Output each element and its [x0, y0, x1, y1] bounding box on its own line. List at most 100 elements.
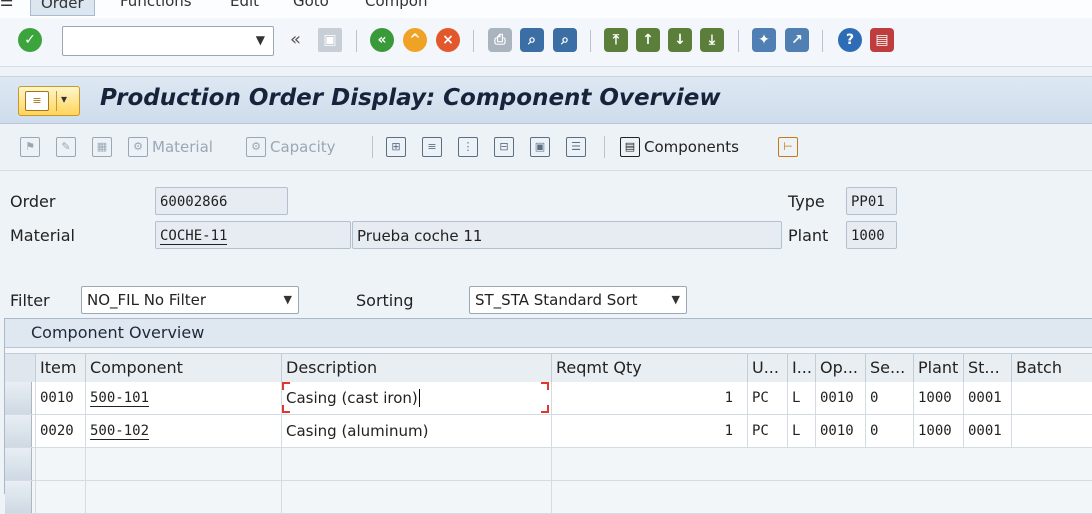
column-header-plant[interactable]: Plant	[913, 354, 963, 382]
next-page-icon[interactable]: ↓	[668, 28, 692, 52]
table-row[interactable]: 0020 500-102 Casing (aluminum) 1 PC L 00…	[5, 415, 1092, 448]
stack-icon[interactable]: ≡	[422, 136, 446, 158]
cell-plant[interactable]: 1000	[913, 415, 963, 447]
column-header-unit[interactable]: U...	[747, 354, 787, 382]
empty-cell[interactable]	[551, 481, 1092, 513]
table-row[interactable]: 0010 500-101 Casing (cast iron) 1 PC L 0…	[5, 382, 1092, 415]
empty-cell[interactable]	[551, 448, 1092, 480]
column-header-item[interactable]: Item	[35, 354, 85, 382]
cell-sequence[interactable]: 0	[865, 415, 913, 447]
select-all-cell[interactable]	[5, 354, 35, 382]
cell-reqmt-qty[interactable]: 1	[551, 382, 747, 414]
menu-bar: ☰ Order Functions Edit Goto Compon	[0, 0, 1092, 18]
menu-item-functions[interactable]: Functions	[120, 0, 192, 10]
cell-batch[interactable]	[1011, 415, 1092, 447]
cell-sequence[interactable]: 0	[865, 382, 913, 414]
plant-field[interactable]: 1000	[846, 221, 897, 249]
material-field[interactable]: COCHE-11	[155, 221, 351, 249]
cell-description[interactable]: Casing (aluminum)	[281, 415, 551, 447]
operations-icon[interactable]: ⋮	[458, 136, 482, 158]
find-icon[interactable]: ⌕	[520, 28, 544, 52]
chevron-down-icon[interactable]: ▼	[256, 33, 265, 47]
cell-component[interactable]: 500-102	[85, 415, 281, 447]
cell-unit[interactable]: PC	[747, 382, 787, 414]
menu-item-components[interactable]: Compon	[365, 0, 427, 10]
component-link[interactable]: 500-102	[90, 423, 150, 440]
empty-cell[interactable]	[35, 448, 85, 480]
customize-layout-icon[interactable]: ▤	[870, 28, 894, 52]
find-next-icon[interactable]: ⌕	[553, 28, 577, 52]
column-header-operation[interactable]: Op...	[815, 354, 865, 382]
collapse-icon[interactable]: «	[290, 29, 301, 50]
cell-item-category[interactable]: L	[787, 415, 815, 447]
list-icon[interactable]: ☰	[566, 136, 590, 158]
new-session-icon[interactable]: ✦	[752, 28, 776, 52]
tree-icon[interactable]: ⊢	[778, 136, 802, 158]
cell-operation[interactable]: 0010	[815, 382, 865, 414]
menu-icon[interactable]: ☰	[0, 0, 13, 10]
column-header-description[interactable]: Description	[281, 354, 551, 382]
order-field[interactable]: 60002866	[155, 187, 288, 215]
cell-unit[interactable]: PC	[747, 415, 787, 447]
type-field[interactable]: PP01	[846, 187, 897, 215]
empty-cell[interactable]	[281, 481, 551, 513]
column-header-sequence[interactable]: Se...	[865, 354, 913, 382]
material-button[interactable]: ⚙ Material	[128, 136, 213, 158]
menu-item-goto[interactable]: Goto	[293, 0, 329, 10]
cell-storage-location[interactable]: 0001	[963, 382, 1011, 414]
row-selector[interactable]	[5, 481, 32, 513]
column-header-storage-location[interactable]: St...	[963, 354, 1011, 382]
cell-operation[interactable]: 0010	[815, 415, 865, 447]
column-header-item-category[interactable]: I...	[787, 354, 815, 382]
empty-cell[interactable]	[35, 481, 85, 513]
back-icon[interactable]: «	[370, 28, 394, 52]
calculator-icon[interactable]: ▦	[92, 136, 116, 158]
row-selector[interactable]	[5, 415, 32, 447]
empty-table-row[interactable]	[5, 448, 1092, 481]
menu-item-edit[interactable]: Edit	[230, 0, 259, 10]
column-header-reqmt-qty[interactable]: Reqmt Qty	[551, 354, 747, 382]
help-icon[interactable]: ?	[838, 28, 862, 52]
first-page-icon[interactable]: ⤒	[604, 28, 628, 52]
shortcut-icon[interactable]: ↗	[785, 28, 809, 52]
empty-cell[interactable]	[85, 481, 281, 513]
exit-icon[interactable]: ^	[403, 28, 427, 52]
cell-item-category[interactable]: L	[787, 382, 815, 414]
cell-component[interactable]: 500-101	[85, 382, 281, 414]
column-header-batch[interactable]: Batch	[1011, 354, 1092, 382]
structure-icon[interactable]: ⊟	[494, 136, 518, 158]
cell-reqmt-qty[interactable]: 1	[551, 415, 747, 447]
empty-table-row[interactable]	[5, 481, 1092, 514]
previous-page-icon[interactable]: ↑	[636, 28, 660, 52]
sorting-dropdown[interactable]: ST_STA Standard Sort ▼	[469, 286, 687, 314]
components-button[interactable]: ▤ Components	[620, 136, 739, 158]
row-selector[interactable]	[5, 448, 32, 480]
documents-icon[interactable]: ▣	[530, 136, 554, 158]
cell-item[interactable]: 0020	[35, 415, 85, 447]
system-menu-button[interactable]: ≡ ▾	[18, 86, 80, 116]
enter-icon[interactable]: ✓	[18, 28, 42, 52]
row-selector[interactable]	[5, 382, 32, 414]
flag-icon[interactable]: ⚑	[20, 136, 44, 158]
component-link[interactable]: 500-101	[90, 390, 150, 407]
last-page-icon[interactable]: ⤓	[700, 28, 724, 52]
column-header-component[interactable]: Component	[85, 354, 281, 382]
cell-description[interactable]: Casing (cast iron)	[281, 382, 551, 414]
empty-cell[interactable]	[85, 448, 281, 480]
cancel-icon[interactable]: ×	[436, 28, 460, 52]
command-field[interactable]: ▼	[62, 26, 274, 56]
filter-dropdown[interactable]: NO_FIL No Filter ▼	[81, 286, 299, 314]
cell-batch[interactable]	[1011, 382, 1092, 414]
capacity-button[interactable]: ⚙ Capacity	[246, 136, 336, 158]
cell-item[interactable]: 0010	[35, 382, 85, 414]
cell-storage-location[interactable]: 0001	[963, 415, 1011, 447]
material-description-field[interactable]: Prueba coche 11	[352, 221, 782, 249]
toolbar-separator	[473, 30, 474, 52]
cell-plant[interactable]: 1000	[913, 382, 963, 414]
print-icon[interactable]: ⎙	[488, 28, 512, 52]
details-icon[interactable]: ✎	[56, 136, 80, 158]
save-icon[interactable]: ▣	[318, 28, 342, 52]
hierarchy-icon[interactable]: ⊞	[386, 136, 410, 158]
menu-item-order[interactable]: Order	[30, 0, 95, 16]
empty-cell[interactable]	[281, 448, 551, 480]
